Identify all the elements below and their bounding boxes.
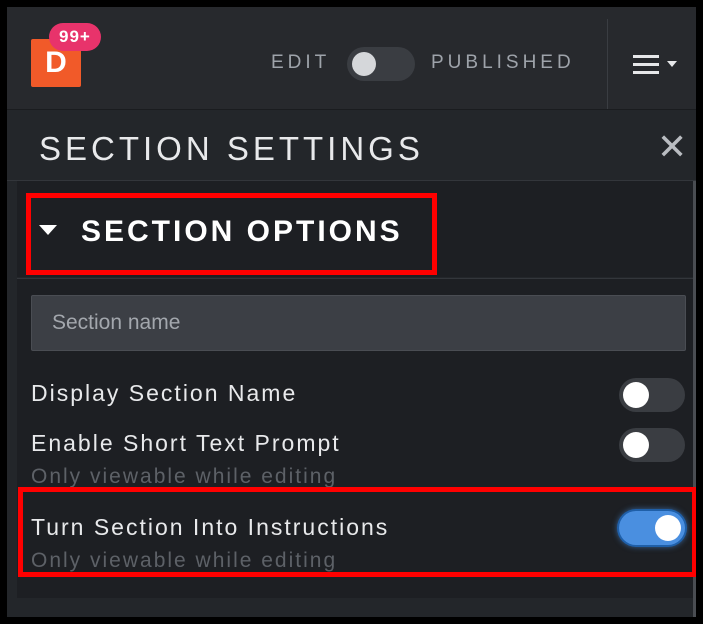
chevron-down-icon	[667, 61, 677, 67]
enable-short-text-prompt-toggle[interactable]	[619, 428, 685, 462]
section-settings-header: SECTION SETTINGS ✕	[7, 110, 696, 181]
topbar-divider	[607, 19, 608, 109]
display-section-name-label: Display Section Name	[31, 380, 298, 406]
app-frame: D 99+ EDIT PUBLISHED SECTION SETTINGS ✕ …	[7, 7, 696, 617]
highlight-box-instructions-toggle	[18, 487, 696, 577]
close-icon[interactable]: ✕	[657, 129, 687, 165]
panel-title: SECTION SETTINGS	[39, 130, 424, 167]
panel-footer	[17, 598, 693, 617]
top-bar: D 99+ EDIT PUBLISHED	[7, 7, 696, 110]
main-menu-button[interactable]	[625, 47, 681, 81]
edit-mode-label: EDIT	[271, 52, 331, 73]
section-name-input[interactable]	[31, 295, 686, 351]
editing-only-note: Only viewable while editing	[31, 465, 338, 488]
notification-badge[interactable]: 99+	[49, 23, 101, 51]
highlight-box-section-options	[26, 193, 437, 275]
published-mode-label: PUBLISHED	[431, 52, 575, 73]
display-section-name-toggle[interactable]	[619, 378, 685, 412]
edit-published-toggle[interactable]	[347, 47, 415, 81]
enable-short-text-prompt-label: Enable Short Text Prompt	[31, 430, 341, 456]
toggle-knob	[623, 382, 649, 408]
toggle-knob	[623, 432, 649, 458]
toggle-knob	[352, 52, 376, 76]
